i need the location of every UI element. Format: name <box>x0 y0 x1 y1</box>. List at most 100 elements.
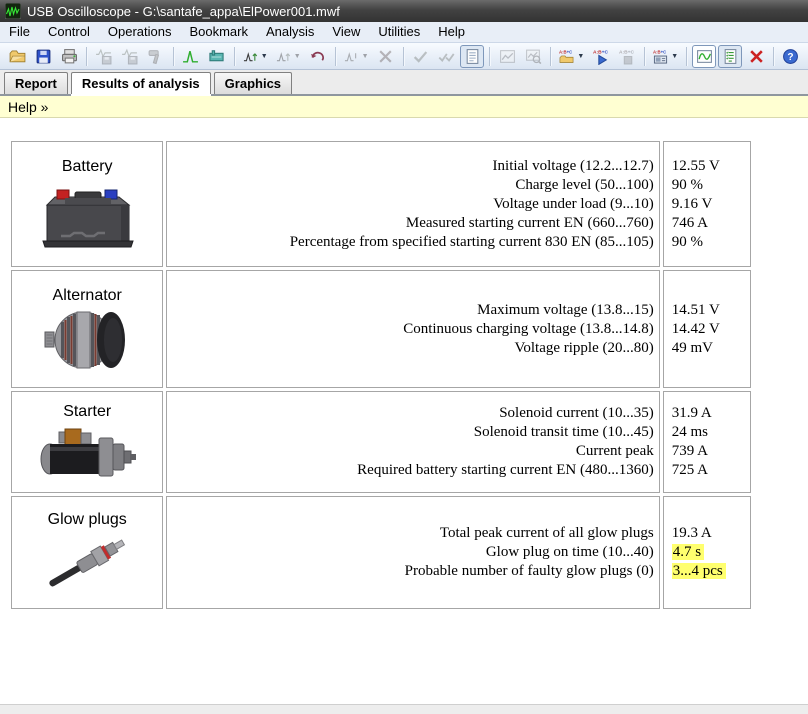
param-label: Total peak current of all glow plugs <box>167 524 658 543</box>
param-values-cell: 31.9 A24 ms739 A725 A <box>663 391 751 493</box>
open-file-icon[interactable] <box>5 45 29 68</box>
component-cell: Battery <box>11 141 163 267</box>
param-value: 12.55 V <box>664 157 750 176</box>
param-label: Current peak <box>167 442 658 461</box>
chevron-down-icon[interactable]: ▼ <box>261 53 268 60</box>
toolbar-separator <box>686 47 687 66</box>
chart-view-icon[interactable] <box>495 45 519 68</box>
overlay-signal-icon[interactable]: ▼ <box>341 45 372 68</box>
section-title: Starter <box>12 403 162 421</box>
window-title: USB Oscilloscope - G:\santafe_appa\ElPow… <box>27 4 340 19</box>
delete-analysis-icon[interactable] <box>744 45 768 68</box>
chart-zoom-icon[interactable] <box>521 45 545 68</box>
param-label: Continuous charging voltage (13.8...14.8… <box>167 320 658 339</box>
param-label: Voltage under load (9...10) <box>167 195 658 214</box>
param-value: 9.16 V <box>664 195 750 214</box>
menu-item-utilities[interactable]: Utilities <box>369 22 429 42</box>
toolbar-separator <box>644 47 645 66</box>
param-value: 14.51 V <box>664 301 750 320</box>
tab-report[interactable]: Report <box>4 72 68 94</box>
run-script-icon[interactable]: A:B+C <box>589 45 613 68</box>
glowplug-image <box>12 532 162 594</box>
help-icon[interactable]: ? <box>779 45 803 68</box>
marker-tool-icon[interactable] <box>205 45 229 68</box>
starter-image <box>12 424 162 482</box>
stop-script-icon[interactable]: A:B+C <box>615 45 639 68</box>
report-toggle-icon[interactable] <box>718 45 742 68</box>
alternator-image <box>12 308 162 372</box>
param-label: Required battery starting current EN (48… <box>167 461 658 480</box>
param-label: Charge level (50...100) <box>167 176 658 195</box>
remove-signal-icon[interactable] <box>374 45 398 68</box>
section-row: Glow plugs Total peak current of all glow… <box>11 496 751 609</box>
param-label: Probable number of faulty glow plugs (0) <box>167 562 658 581</box>
param-value: 14.42 V <box>664 320 750 339</box>
repair-tool-icon[interactable] <box>144 45 168 68</box>
param-values-cell: 14.51 V14.42 V49 mV <box>663 270 751 388</box>
param-value: 90 % <box>664 233 750 252</box>
param-value: 4.7 s <box>664 543 750 562</box>
param-value: 31.9 A <box>664 404 750 423</box>
toolbar-separator <box>489 47 490 66</box>
save-file-icon[interactable] <box>31 45 55 68</box>
notes-document-icon[interactable] <box>460 45 484 68</box>
load-signal-alt-icon[interactable]: ▼ <box>273 45 304 68</box>
param-label: Percentage from specified starting curre… <box>167 233 658 252</box>
menu-item-file[interactable]: File <box>0 22 39 42</box>
save-fragment-icon[interactable] <box>118 45 142 68</box>
toolbar-separator <box>86 47 87 66</box>
results-content: BatteryInitial voltage (12.2...12.7)Char… <box>0 118 808 704</box>
chevron-down-icon[interactable]: ▼ <box>362 53 369 60</box>
svg-text:?: ? <box>788 52 794 63</box>
results-table-body: BatteryInitial voltage (12.2...12.7)Char… <box>11 141 751 609</box>
chevron-down-icon[interactable]: ▼ <box>671 53 678 60</box>
param-value: 739 A <box>664 442 750 461</box>
toolbar: ▼▼▼A:B+C▼A:B+CA:B+CA:B+C▼? <box>0 43 808 70</box>
apply-check-icon[interactable] <box>408 45 432 68</box>
tab-graphics[interactable]: Graphics <box>214 72 292 94</box>
menu-bar: FileControlOperationsBookmarkAnalysisVie… <box>0 22 808 43</box>
component-cell: Alternator <box>11 270 163 388</box>
single-capture-icon[interactable] <box>179 45 203 68</box>
component-cell: Starter <box>11 391 163 493</box>
toolbar-separator <box>335 47 336 66</box>
component-cell: Glow plugs <box>11 496 163 609</box>
print-icon[interactable] <box>57 45 81 68</box>
apply-all-check-icon[interactable] <box>434 45 458 68</box>
param-values-cell: 19.3 A4.7 s3...4 pcs <box>663 496 751 609</box>
menu-item-view[interactable]: View <box>323 22 369 42</box>
param-values-cell: 12.55 V90 %9.16 V746 A90 % <box>663 141 751 267</box>
tab-strip: ReportResults of analysisGraphics <box>0 70 808 94</box>
param-value: 24 ms <box>664 423 750 442</box>
chevron-down-icon[interactable]: ▼ <box>294 53 301 60</box>
menu-item-control[interactable]: Control <box>39 22 99 42</box>
script-panel-icon[interactable]: A:B+C▼ <box>650 45 681 68</box>
param-label: Voltage ripple (20...80) <box>167 339 658 358</box>
menu-item-operations[interactable]: Operations <box>99 22 181 42</box>
menu-item-bookmark[interactable]: Bookmark <box>180 22 257 42</box>
svg-text:A:B+C: A:B+C <box>619 49 635 55</box>
graphics-toggle-icon[interactable] <box>692 45 716 68</box>
help-link[interactable]: Help » <box>8 99 48 115</box>
param-labels-cell: Initial voltage (12.2...12.7)Charge leve… <box>166 141 659 267</box>
tab-results-of-analysis[interactable]: Results of analysis <box>71 72 211 94</box>
title-bar: USB Oscilloscope - G:\santafe_appa\ElPow… <box>0 0 808 22</box>
battery-image <box>12 179 162 251</box>
undo-icon[interactable] <box>306 45 330 68</box>
save-signal-icon[interactable] <box>92 45 116 68</box>
toolbar-separator <box>173 47 174 66</box>
toolbar-separator <box>234 47 235 66</box>
param-label: Solenoid current (10...35) <box>167 404 658 423</box>
chevron-down-icon[interactable]: ▼ <box>577 53 584 60</box>
menu-item-analysis[interactable]: Analysis <box>257 22 323 42</box>
section-title: Battery <box>12 158 162 176</box>
param-value: 49 mV <box>664 339 750 358</box>
section-title: Glow plugs <box>12 511 162 529</box>
oscilloscope-logo-icon <box>5 3 21 19</box>
help-bar[interactable]: Help » <box>0 96 808 118</box>
open-script-icon[interactable]: A:B+C▼ <box>556 45 587 68</box>
toolbar-separator <box>403 47 404 66</box>
menu-item-help[interactable]: Help <box>429 22 474 42</box>
load-signal-icon[interactable]: ▼ <box>240 45 271 68</box>
highlighted-value: 4.7 s <box>672 544 704 560</box>
